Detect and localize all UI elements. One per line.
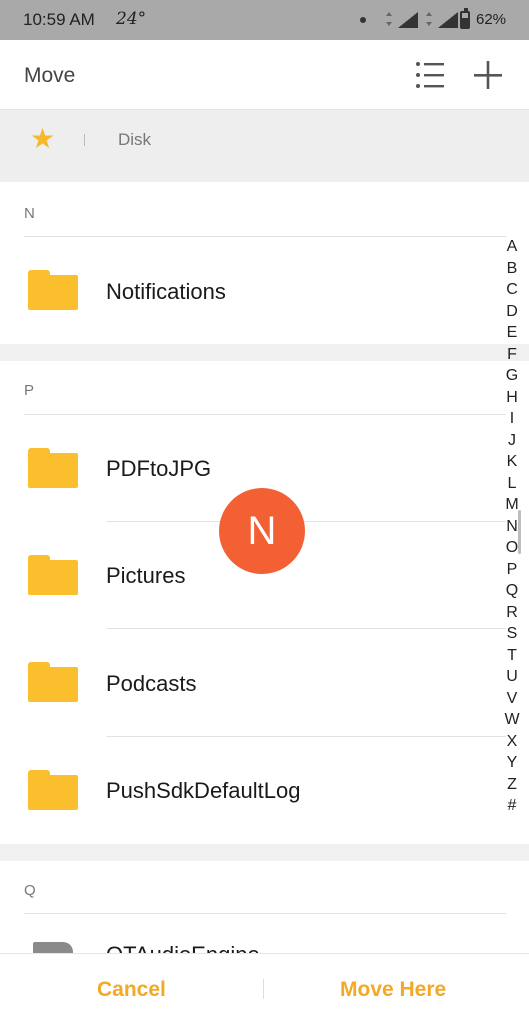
index-letter[interactable]: R (500, 602, 524, 624)
list-item-folder[interactable]: PushSdkDefaultLog (0, 737, 505, 844)
folder-name: Podcasts (106, 671, 197, 696)
folder-name: PushSdkDefaultLog (106, 778, 301, 803)
folder-name: Notifications (106, 279, 226, 304)
folder-icon (28, 662, 78, 702)
star-icon[interactable]: ★ (30, 122, 55, 155)
index-letter[interactable]: E (500, 322, 524, 344)
status-time: 10:59 AM (23, 10, 95, 29)
folder-name: PDFtoJPG (106, 456, 212, 481)
folder-name: Pictures (106, 563, 186, 588)
folder-icon (28, 555, 78, 595)
scrollbar[interactable] (518, 510, 521, 554)
index-letter[interactable]: K (500, 451, 524, 473)
cell-signal-icon (386, 12, 418, 28)
section-header-q: Q (24, 882, 36, 899)
index-letter[interactable]: F (500, 344, 524, 366)
index-letter[interactable]: U (500, 666, 524, 688)
cell-signal-icon-2 (426, 12, 458, 28)
section-gap (0, 844, 529, 861)
index-letter[interactable]: B (500, 258, 524, 280)
index-letter[interactable]: Y (500, 752, 524, 774)
index-letter[interactable]: D (500, 301, 524, 323)
breadcrumb-disk[interactable]: Disk (118, 130, 151, 150)
index-letter[interactable]: # (500, 795, 524, 817)
status-bar: 10:59 AM 24° 62% (0, 0, 529, 40)
status-temperature: 24° (116, 9, 147, 29)
index-letter[interactable]: H (500, 387, 524, 409)
index-letter[interactable]: V (500, 688, 524, 710)
index-letter[interactable]: L (500, 473, 524, 495)
section-header-n: N (24, 205, 35, 222)
divider (24, 913, 506, 914)
index-letter[interactable]: Z (500, 774, 524, 796)
index-letter[interactable]: C (500, 279, 524, 301)
index-letter[interactable]: A (500, 236, 524, 258)
section-header-p: P (24, 382, 35, 399)
list-item-folder[interactable]: Notifications (0, 238, 505, 345)
list-item-folder[interactable]: Podcasts (0, 629, 505, 736)
app-header: Move (0, 40, 529, 110)
folder-icon (28, 770, 78, 810)
index-letter[interactable]: Q (500, 580, 524, 602)
index-letter[interactable]: T (500, 645, 524, 667)
battery-icon (460, 8, 470, 29)
battery-percent: 62% (476, 11, 507, 28)
cancel-button[interactable]: Cancel (97, 978, 166, 1002)
divider (24, 236, 506, 237)
index-letter[interactable]: P (500, 559, 524, 581)
current-letter-bubble: N (219, 488, 305, 574)
index-letter[interactable]: S (500, 623, 524, 645)
list-view-icon[interactable] (412, 58, 448, 92)
breadcrumb-divider (84, 134, 85, 146)
index-letter[interactable]: J (500, 430, 524, 452)
plus-icon[interactable] (470, 58, 506, 92)
index-letter[interactable]: X (500, 731, 524, 753)
footer-divider (263, 979, 264, 999)
folder-icon (28, 448, 78, 488)
move-here-button[interactable]: Move Here (340, 978, 446, 1002)
folder-icon (28, 270, 78, 310)
page-title: Move (24, 64, 76, 87)
breadcrumb: ★ Disk (0, 110, 529, 182)
action-bar: Cancel Move Here (0, 953, 529, 1023)
index-letter[interactable]: I (500, 408, 524, 430)
section-gap (0, 344, 529, 361)
notification-dot-icon (360, 17, 366, 23)
index-letter[interactable]: G (500, 365, 524, 387)
index-letter[interactable]: W (500, 709, 524, 731)
